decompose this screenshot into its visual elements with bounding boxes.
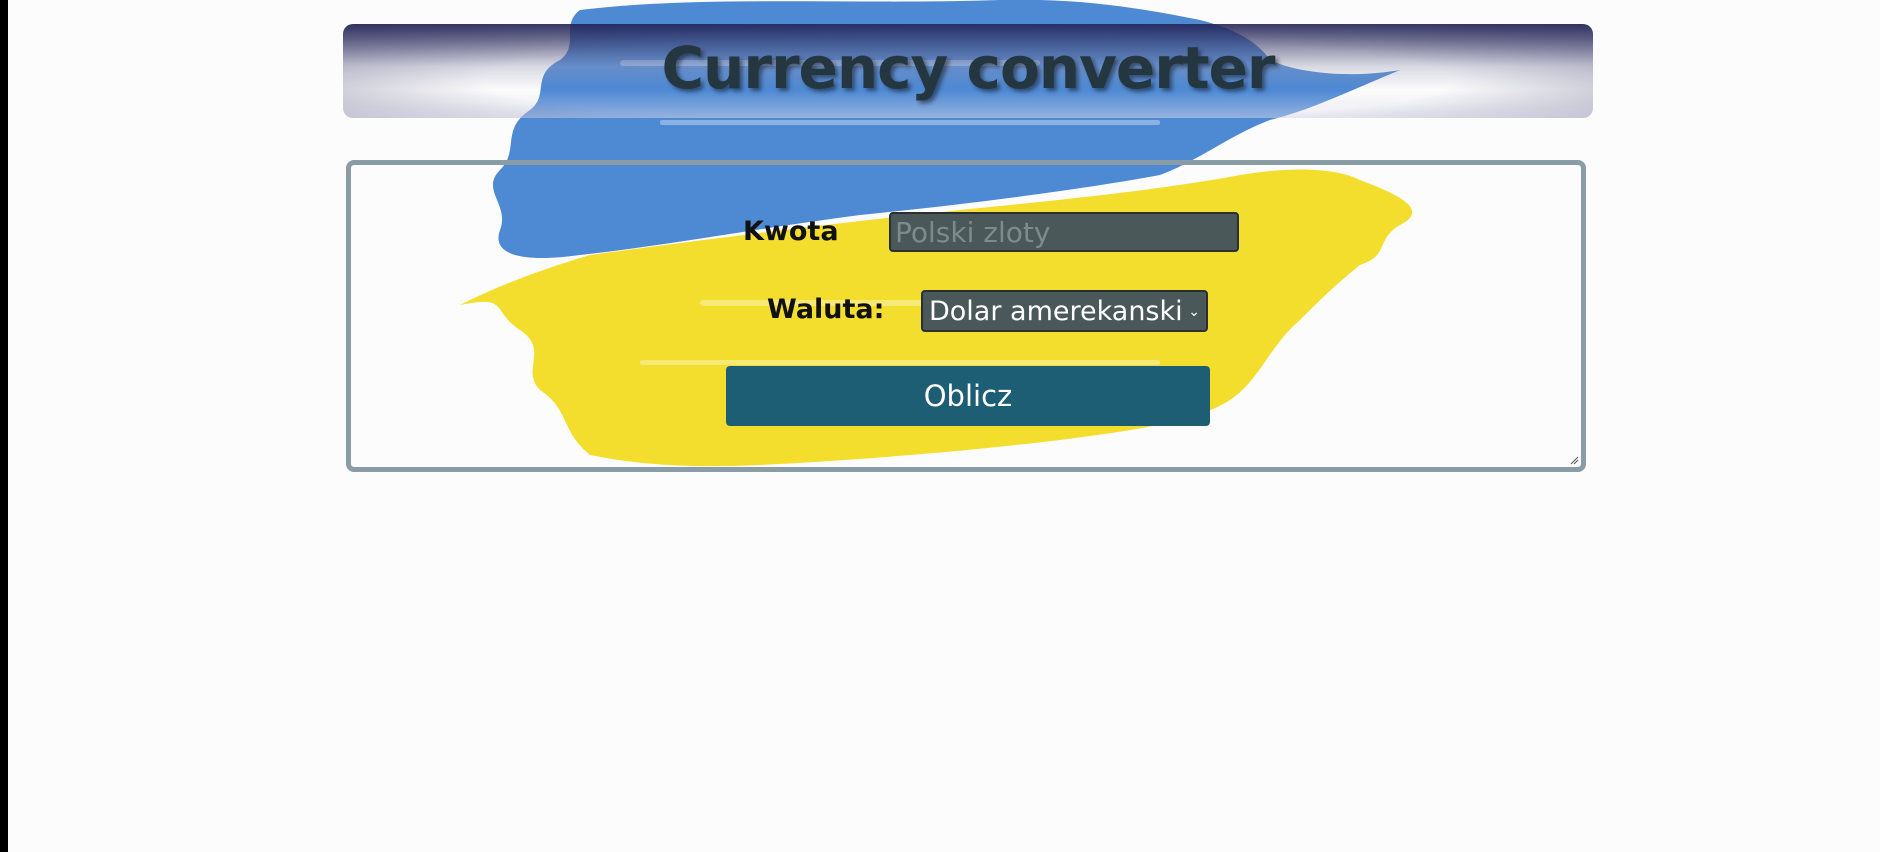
calculate-button[interactable]: Oblicz	[726, 366, 1210, 426]
amount-input[interactable]	[889, 212, 1239, 252]
currency-label: Waluta:	[767, 294, 885, 325]
amount-label: Kwota	[743, 216, 839, 247]
page-header: Currency converter	[343, 24, 1593, 118]
page-title: Currency converter	[661, 34, 1275, 102]
currency-select[interactable]: Dolar amerekanski ⌄	[921, 290, 1208, 332]
resize-handle-icon[interactable]	[1569, 455, 1579, 465]
currency-selected-value: Dolar amerekanski	[929, 295, 1183, 327]
window-edge	[0, 0, 8, 852]
chevron-down-icon: ⌄	[1188, 304, 1200, 320]
